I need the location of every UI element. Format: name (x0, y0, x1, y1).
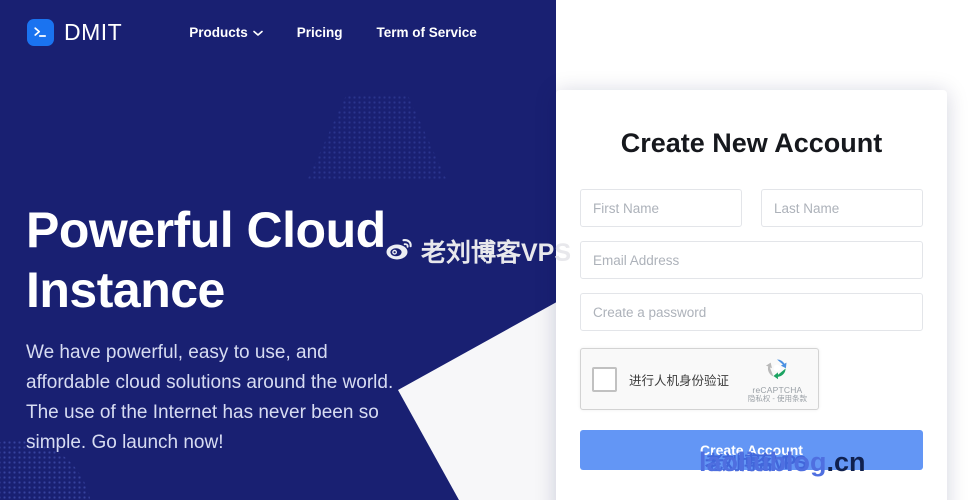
create-account-card: Create New Account 进行人机身份验证 (556, 90, 947, 500)
nav-label-pricing: Pricing (296, 25, 343, 40)
email-input[interactable] (580, 241, 923, 279)
main-nav: Products Pricing Term of Service (189, 25, 477, 40)
nav-label-products: Products (189, 25, 248, 40)
weibo-watermark: 老刘博客VPS (386, 233, 571, 269)
recaptcha-terms-text[interactable]: 隐私权 - 使用条款 (748, 395, 807, 403)
nav-item-products[interactable]: Products (189, 25, 263, 40)
terminal-prompt-icon (27, 19, 54, 46)
recaptcha-checkbox[interactable] (592, 366, 617, 392)
hero-paragraph: We have powerful, easy to use, and affor… (26, 342, 394, 453)
chevron-down-icon (252, 25, 263, 40)
hero-text-block: Powerful Cloud Instance We have powerful… (26, 200, 446, 458)
recaptcha-branding: reCAPTCHA 隐私权 - 使用条款 (748, 356, 807, 403)
create-account-button[interactable]: Create Account (580, 430, 923, 470)
card-title: Create New Account (620, 128, 883, 158)
recaptcha-icon (748, 356, 807, 384)
last-name-input[interactable] (761, 189, 923, 227)
weibo-icon (386, 238, 413, 265)
sign-up-button[interactable]: Sign Up (883, 18, 945, 47)
password-input[interactable] (580, 293, 923, 331)
first-name-input[interactable] (580, 189, 742, 227)
weibo-watermark-text: 老刘博客VPS (421, 239, 572, 267)
nav-item-pricing[interactable]: Pricing (297, 25, 343, 40)
nav-label-term-of-service: Term of Service (376, 25, 477, 40)
nav-item-term-of-service[interactable]: Term of Service (377, 25, 477, 40)
recaptcha-brand-text: reCAPTCHA (752, 384, 803, 395)
recaptcha-widget[interactable]: 进行人机身份验证 reCAPTCHA 隐私权 - 使用条款 (580, 348, 819, 410)
recaptcha-label: 进行人机身份验证 (629, 373, 730, 388)
hero-title: Powerful Cloud Instance (26, 200, 446, 320)
signup-form: 进行人机身份验证 reCAPTCHA 隐私权 - 使用条款 Create Acc (556, 159, 947, 470)
brand-name: DMIT (64, 19, 123, 45)
hero-title-line-1: Powerful Cloud (26, 202, 386, 258)
page-root: DMIT Products Pricing Term of Service Si… (0, 0, 969, 500)
name-row (580, 189, 923, 227)
hero-title-line-2: Instance (26, 262, 225, 318)
brand-logo-group[interactable]: DMIT (27, 19, 122, 46)
dotted-trapezoid-decoration (307, 95, 447, 181)
